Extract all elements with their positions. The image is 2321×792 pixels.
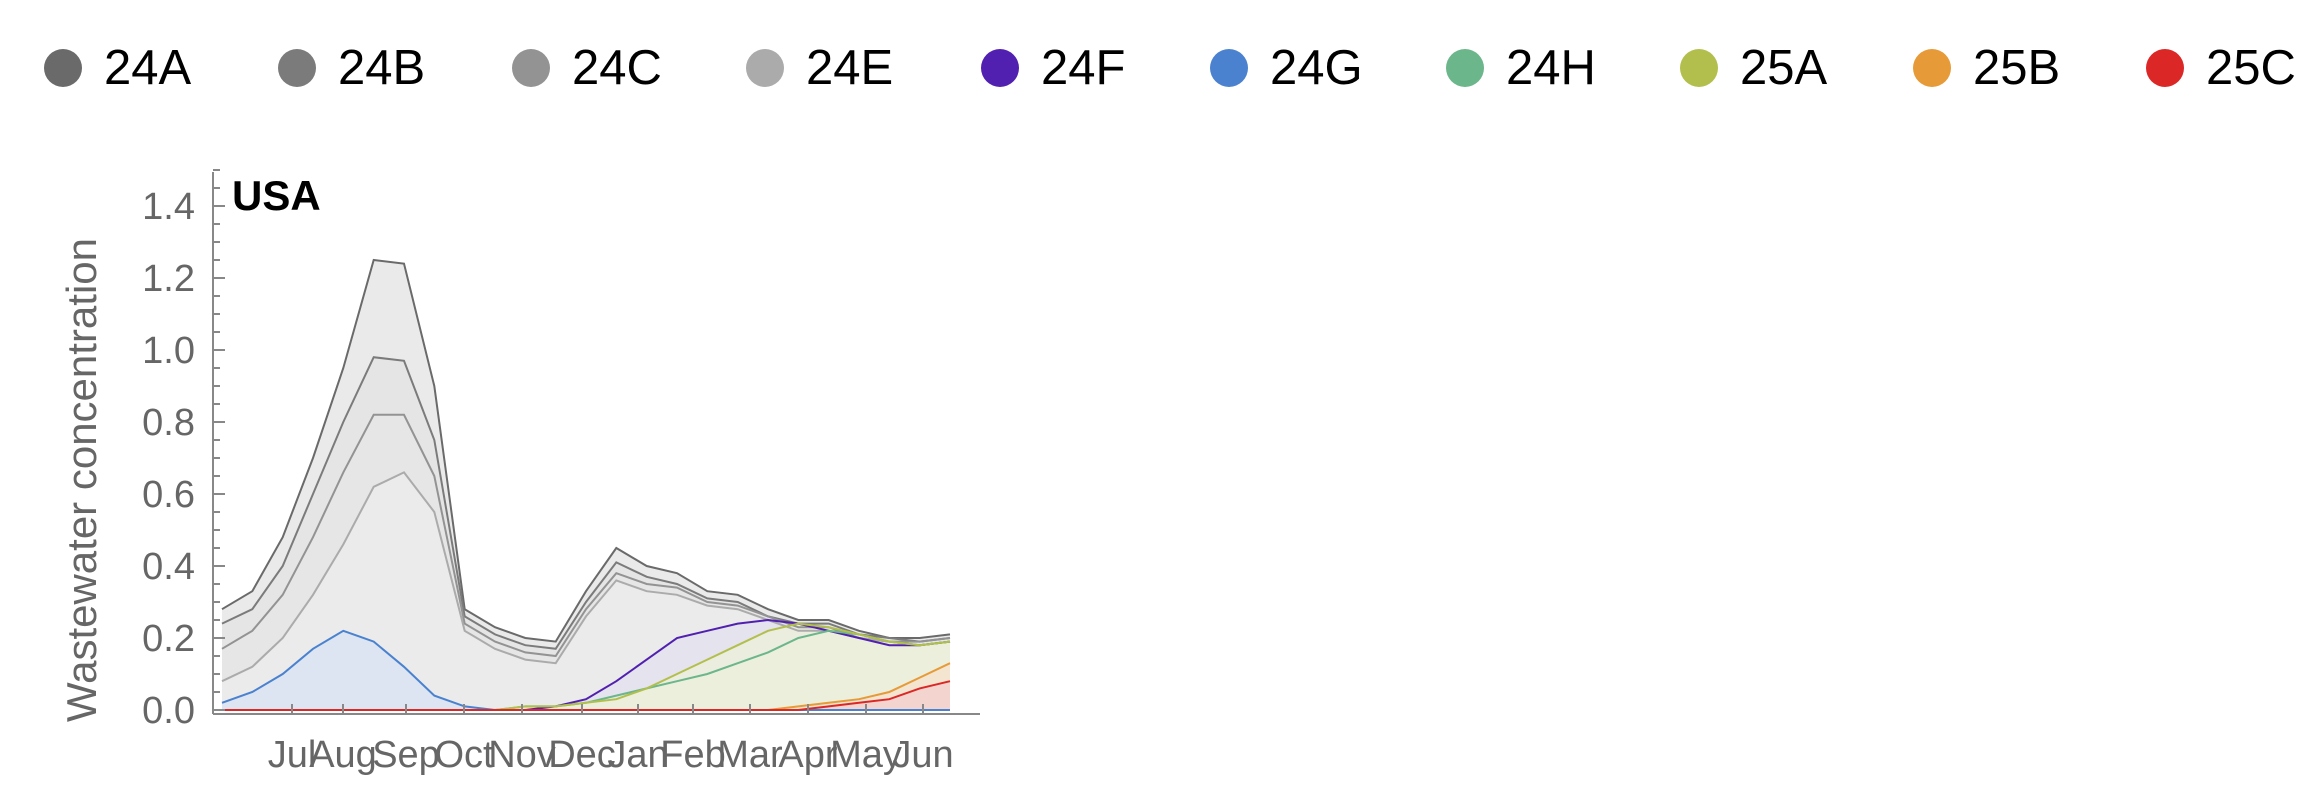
y-tick-label: 1.0 [142,330,195,372]
x-tick-label: May [830,734,902,776]
y-tick-label: 0.6 [142,474,195,516]
y-tick-label: 0.8 [142,402,195,444]
area-chart: USA Wastewater concentration 0.0 0.2 0.4 0.… [58,169,980,776]
x-tick-label: Mar [717,734,783,776]
y-tick-label: 0.2 [142,618,195,660]
x-tick-label: Dec [548,734,616,776]
x-tick-label: Nov [488,734,556,776]
y-axis-title: Wastewater concentration [58,238,105,722]
x-tick-label: Feb [660,734,725,776]
chart-title: USA [232,172,321,219]
y-tick-label: 1.4 [142,186,195,228]
y-tick-label: 0.0 [142,690,195,732]
y-tick-label: 1.2 [142,258,195,300]
y-tick-label: 0.4 [142,546,195,588]
x-tick-label: Sep [372,734,440,776]
x-tick-label: Apr [778,734,837,776]
x-tick-label: Aug [309,734,377,776]
x-tick-label: Oct [434,734,494,776]
x-tick-label: Jun [892,734,953,776]
series-areas [222,260,950,710]
